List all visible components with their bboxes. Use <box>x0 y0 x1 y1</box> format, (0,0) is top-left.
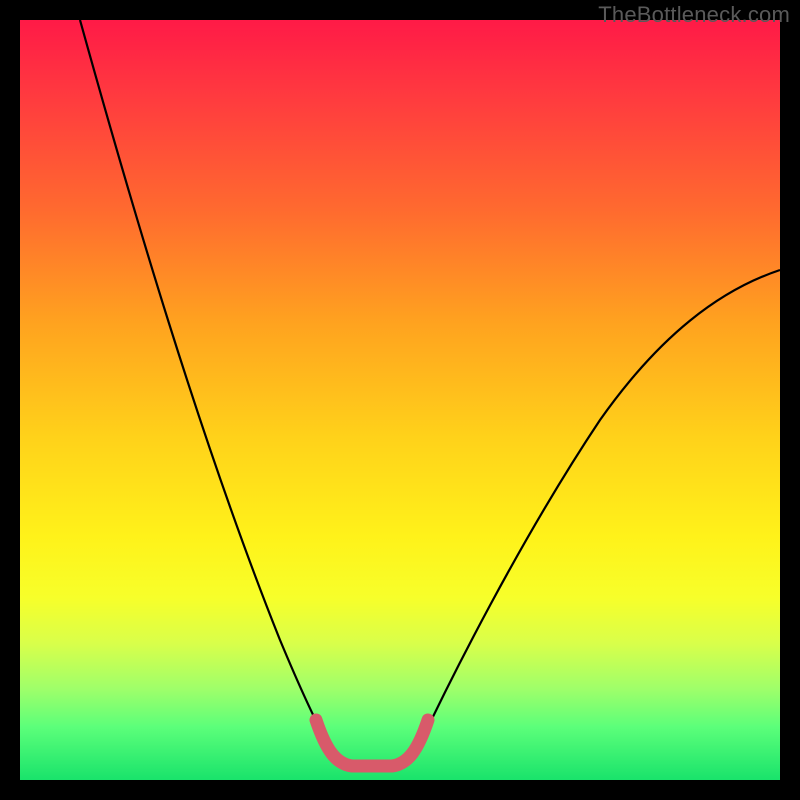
curve-layer <box>20 20 780 780</box>
chart-frame: TheBottleneck.com <box>0 0 800 800</box>
optimal-zone-curve <box>316 720 428 766</box>
plot-area <box>20 20 780 780</box>
left-branch-curve <box>80 20 330 748</box>
watermark-text: TheBottleneck.com <box>598 2 790 28</box>
right-branch-curve <box>418 270 780 748</box>
